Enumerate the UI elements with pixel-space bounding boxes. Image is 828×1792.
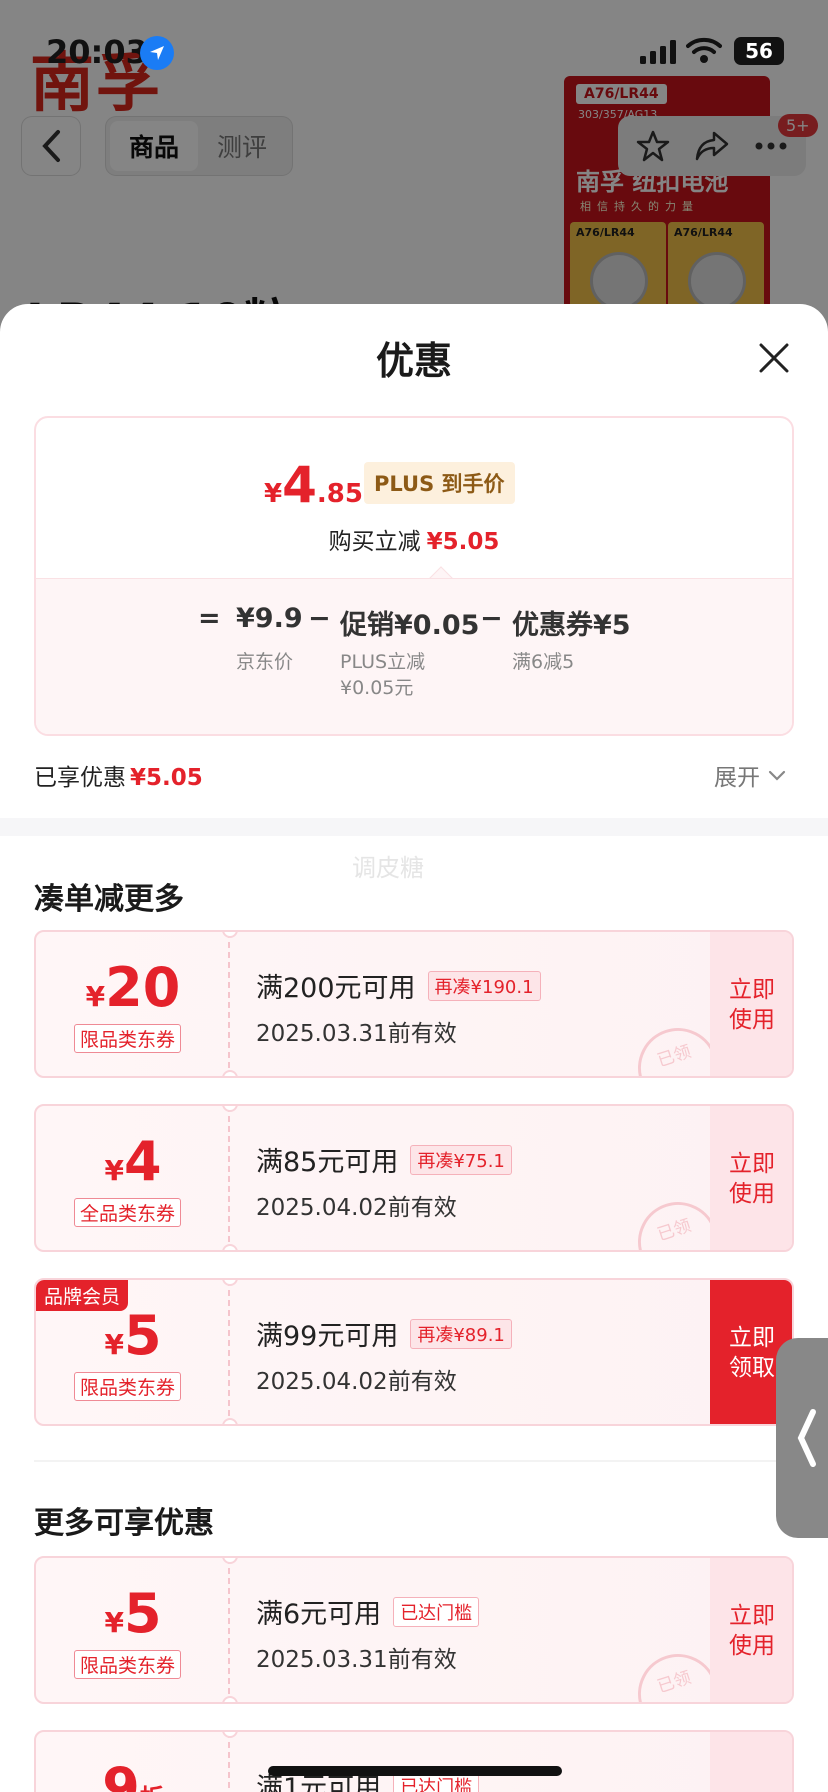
section-divider bbox=[0, 818, 828, 836]
location-icon bbox=[140, 36, 174, 70]
section-divider bbox=[34, 1460, 794, 1462]
coupon-label: 满6减5 bbox=[512, 651, 575, 673]
coupon-type: 全品类东券 bbox=[74, 1198, 182, 1227]
coupon-amount: ¥5 bbox=[104, 1304, 162, 1367]
sheet-title: 优惠 bbox=[375, 339, 452, 383]
chevron-left-icon bbox=[797, 1409, 816, 1467]
coupon-remaining: 再凑¥190.1 bbox=[427, 970, 541, 1001]
coupon-type: 限品类东券 bbox=[74, 1650, 182, 1679]
formula-equals: = bbox=[198, 603, 221, 634]
coupon-type: 限品类东券 bbox=[74, 1024, 182, 1053]
coupon-remaining: 再凑¥89.1 bbox=[410, 1318, 512, 1349]
price-formula: = ¥9.9 − 促销¥0.05 − 优惠券¥5 京东价 PLUS立减 ¥0.0… bbox=[36, 578, 792, 734]
enjoyed-discount: 已享优惠 ¥5.05 bbox=[34, 765, 203, 791]
coupon-card: 9折 满1元可用已达门槛 立即 bbox=[34, 1730, 794, 1792]
coupon-condition: 满200元可用 再凑¥190.1 bbox=[256, 966, 541, 1005]
coupon-amount: 9折 bbox=[102, 1756, 164, 1792]
coupon-condition: 满85元可用 再凑¥75.1 bbox=[256, 1140, 512, 1179]
coupon-threshold-met: 已达门槛 bbox=[393, 1596, 480, 1627]
expand-button[interactable]: 展开 bbox=[714, 758, 786, 792]
formula-coupon: 优惠券¥5 bbox=[512, 610, 631, 641]
base-price-label: 京东价 bbox=[236, 651, 294, 673]
coupon-amount: ¥5 bbox=[104, 1582, 162, 1645]
close-icon[interactable] bbox=[756, 340, 792, 376]
coupon-amount: ¥4 bbox=[104, 1130, 162, 1193]
coupon-amount: ¥20 bbox=[85, 956, 181, 1019]
side-drawer-handle[interactable] bbox=[776, 1338, 828, 1538]
coupon-card: ¥20 限品类东券 满200元可用 再凑¥190.1 2025.03.31前有效 … bbox=[34, 930, 794, 1078]
promo-label: PLUS立减 bbox=[340, 651, 426, 673]
home-indicator[interactable] bbox=[268, 1766, 562, 1776]
watermark: 调皮糖 bbox=[352, 854, 424, 882]
coupon-validity: 2025.04.02前有效 bbox=[256, 1195, 457, 1221]
chevron-down-icon bbox=[768, 770, 786, 781]
coupon-validity: 2025.03.31前有效 bbox=[256, 1021, 457, 1047]
use-coupon-button[interactable]: 立即 使用 bbox=[710, 1558, 792, 1702]
status-bar: 20:03 56 bbox=[0, 0, 828, 100]
formula-minus: − bbox=[308, 603, 331, 634]
use-coupon-button[interactable]: 立即 bbox=[710, 1732, 792, 1792]
wifi-icon bbox=[686, 37, 722, 63]
coupon-type: 限品类东券 bbox=[74, 1372, 182, 1401]
section-title-more: 更多可享优惠 bbox=[34, 1506, 214, 1541]
coupon-remaining: 再凑¥75.1 bbox=[410, 1144, 512, 1175]
battery-icon: 56 bbox=[734, 37, 784, 65]
discount-sheet: 优惠 ¥4.85 PLUS 到手价 购买立减 ¥5.05 = ¥9.9 − 促销¥… bbox=[0, 304, 828, 1792]
plus-price-tag: PLUS 到手价 bbox=[364, 462, 515, 504]
coupon-card: ¥4 全品类东券 满85元可用 再凑¥75.1 2025.04.02前有效 已领 … bbox=[34, 1104, 794, 1252]
final-price: ¥4.85 bbox=[264, 456, 363, 514]
formula-promo: 促销¥0.05 bbox=[340, 610, 480, 641]
coupon-card: 品牌会员 ¥5 限品类东券 满99元可用 再凑¥89.1 2025.04.02前有… bbox=[34, 1278, 794, 1426]
use-coupon-button[interactable]: 立即 使用 bbox=[710, 1106, 792, 1250]
formula-minus: − bbox=[480, 603, 503, 634]
cellular-signal-icon bbox=[640, 40, 676, 64]
coupon-validity: 2025.03.31前有效 bbox=[256, 1647, 457, 1673]
coupon-condition: 满6元可用 已达门槛 bbox=[256, 1592, 480, 1631]
price-breakdown-card: ¥4.85 PLUS 到手价 购买立减 ¥5.05 = ¥9.9 − 促销¥0.0… bbox=[34, 416, 794, 736]
instant-discount-line: 购买立减 ¥5.05 bbox=[328, 529, 500, 555]
section-title-combine: 凑单减更多 bbox=[34, 882, 184, 917]
status-time: 20:03 bbox=[46, 33, 148, 71]
use-coupon-button[interactable]: 立即 使用 bbox=[710, 932, 792, 1076]
coupon-validity: 2025.04.02前有效 bbox=[256, 1369, 457, 1395]
coupon-condition: 满99元可用 再凑¥89.1 bbox=[256, 1314, 512, 1353]
formula-base-price: ¥9.9 bbox=[236, 603, 303, 634]
coupon-card: ¥5 限品类东券 满6元可用 已达门槛 2025.03.31前有效 已领 立即 使用 bbox=[34, 1556, 794, 1704]
promo-label-amount: ¥0.05元 bbox=[340, 677, 414, 699]
